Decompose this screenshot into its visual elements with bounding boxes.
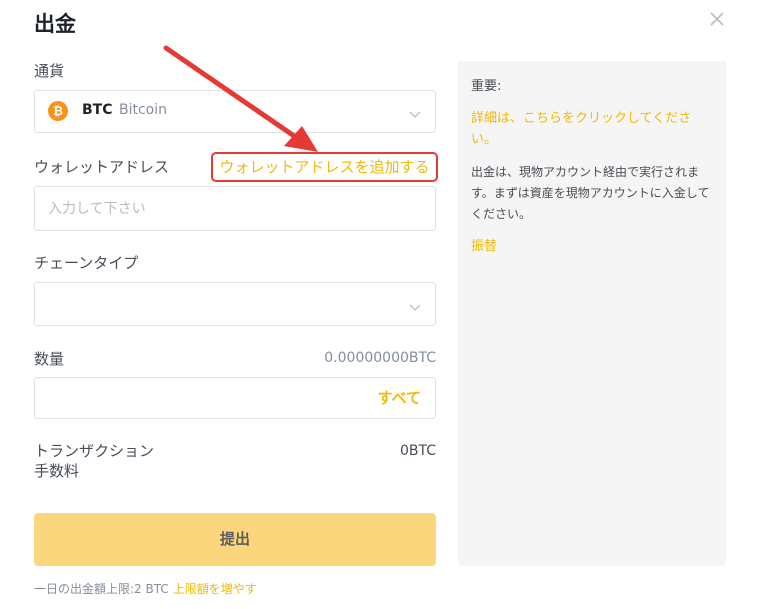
wallet-address-input[interactable]: 入力して下さい bbox=[34, 186, 436, 231]
withdraw-limit: 一日の出金額上限:2 BTC 上限額を増やす bbox=[34, 580, 257, 597]
close-icon[interactable] bbox=[708, 10, 726, 28]
increase-limit-link[interactable]: 上限額を増やす bbox=[173, 582, 257, 596]
currency-symbol: BTC bbox=[82, 102, 113, 118]
currency-select[interactable]: ₿ BTC Bitcoin bbox=[34, 90, 436, 133]
amount-label: 数量 bbox=[34, 350, 65, 368]
amount-input[interactable]: すべて bbox=[34, 377, 436, 419]
chain-type-select[interactable] bbox=[34, 282, 436, 326]
currency-label: 通貨 bbox=[34, 62, 65, 80]
notice-body: 出金は、現物アカウント経由で実行されます。まずは資産を現物アカウントに入金してく… bbox=[471, 165, 710, 221]
details-link[interactable]: 詳細は、こちらをクリックしてください。 bbox=[471, 108, 713, 150]
add-wallet-address-link[interactable]: ウォレットアドレスを追加する bbox=[211, 152, 438, 182]
notice-heading: 重要: bbox=[471, 79, 502, 94]
fee-label-line2: 手数料 bbox=[34, 462, 80, 480]
submit-button[interactable]: 提出 bbox=[34, 513, 436, 566]
bitcoin-icon: ₿ bbox=[48, 101, 68, 121]
wallet-address-placeholder: 入力して下さい bbox=[48, 201, 146, 217]
chevron-down-icon bbox=[409, 298, 421, 311]
currency-name: Bitcoin bbox=[119, 102, 168, 118]
wallet-address-label: ウォレットアドレス bbox=[34, 158, 170, 176]
notice-panel: 重要: 詳細は、こちらをクリックしてください。 出金は、現物アカウント経由で実行… bbox=[458, 61, 726, 566]
transfer-link[interactable]: 振替 bbox=[471, 235, 713, 254]
available-balance: 0.00000000BTC bbox=[324, 350, 436, 366]
withdraw-limit-text: 一日の出金額上限:2 BTC bbox=[34, 582, 169, 596]
fee-label: トランザクション 手数料 bbox=[34, 441, 154, 481]
chain-type-label: チェーンタイプ bbox=[34, 254, 139, 272]
fee-label-line1: トランザクション bbox=[34, 442, 155, 460]
max-amount-button[interactable]: すべて bbox=[378, 387, 421, 408]
fee-value: 0BTC bbox=[399, 443, 436, 459]
chevron-down-icon bbox=[409, 105, 421, 118]
dialog-title: 出金 bbox=[34, 12, 76, 36]
